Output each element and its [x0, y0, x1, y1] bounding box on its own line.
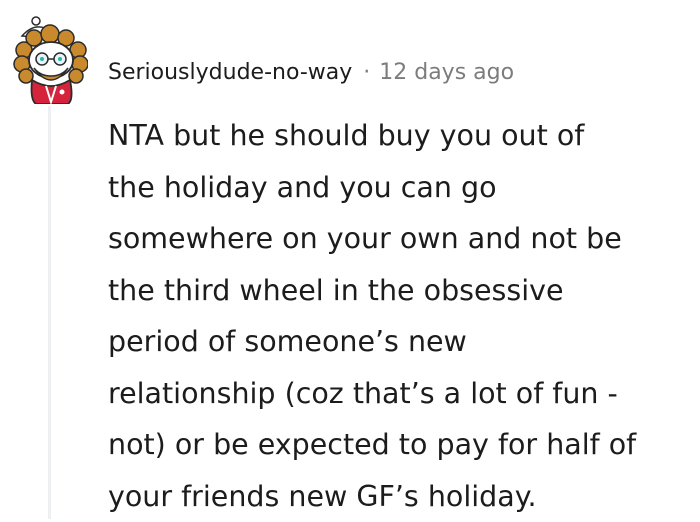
snoo-avatar-icon[interactable] — [12, 16, 88, 104]
comment-meta: Seriouslydude-no-way · 12 days ago — [108, 57, 514, 87]
comment-timestamp[interactable]: 12 days ago — [379, 60, 514, 85]
meta-separator: · — [363, 59, 371, 85]
thread-line[interactable] — [48, 106, 51, 519]
author-username[interactable]: Seriouslydude-no-way — [108, 60, 352, 85]
comment-body: NTA but he should buy you out of the hol… — [108, 119, 637, 513]
comment: Seriouslydude-no-way · 12 days ago NTA b… — [0, 0, 700, 519]
